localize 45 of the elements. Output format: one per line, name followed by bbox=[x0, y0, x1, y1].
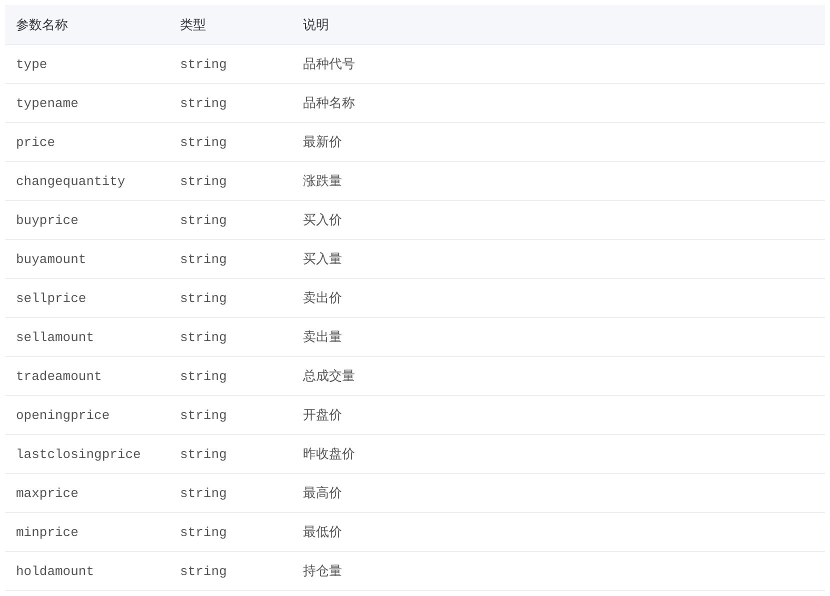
table-cell: string bbox=[169, 356, 292, 396]
table-cell: minprice bbox=[5, 512, 169, 552]
table-cell: 最低价 bbox=[292, 512, 825, 552]
table-cell: 品种代号 bbox=[292, 44, 825, 84]
table-cell: 持仓量 bbox=[292, 552, 825, 590]
table-cell: string bbox=[169, 552, 292, 590]
table-cell: string bbox=[169, 474, 292, 512]
table-cell: 卖出价 bbox=[292, 278, 825, 318]
table-cell: 买入价 bbox=[292, 200, 825, 240]
table-cell: openingprice bbox=[5, 396, 169, 434]
table-cell: 总成交量 bbox=[292, 356, 825, 396]
table-cell: buyamount bbox=[5, 240, 169, 278]
table-cell: changequantity bbox=[5, 162, 169, 200]
table-cell: 卖出量 bbox=[292, 318, 825, 356]
table-cell: string bbox=[169, 434, 292, 474]
table-cell: sellprice bbox=[5, 278, 169, 318]
table-cell: 涨跌量 bbox=[292, 162, 825, 200]
table-cell: 开盘价 bbox=[292, 396, 825, 434]
table-cell: price bbox=[5, 122, 169, 162]
table-cell: typename bbox=[5, 84, 169, 122]
table-cell: tradeamount bbox=[5, 356, 169, 396]
table-cell: sellamount bbox=[5, 318, 169, 356]
table-cell: string bbox=[169, 44, 292, 84]
column-header: 参数名称 bbox=[5, 5, 169, 44]
table-cell: string bbox=[169, 162, 292, 200]
column-header: 说明 bbox=[292, 5, 825, 44]
table-cell: string bbox=[169, 84, 292, 122]
table-cell: type bbox=[5, 44, 169, 84]
table-cell: holdamount bbox=[5, 552, 169, 590]
table-cell: string bbox=[169, 200, 292, 240]
table-cell: string bbox=[169, 396, 292, 434]
table-cell: 最新价 bbox=[292, 122, 825, 162]
table-cell: lastclosingprice bbox=[5, 434, 169, 474]
table-cell: string bbox=[169, 512, 292, 552]
table-cell: 昨收盘价 bbox=[292, 434, 825, 474]
table-cell: string bbox=[169, 240, 292, 278]
table-cell: string bbox=[169, 318, 292, 356]
column-header: 类型 bbox=[169, 5, 292, 44]
table-cell: buyprice bbox=[5, 200, 169, 240]
table-cell: 最高价 bbox=[292, 474, 825, 512]
table-cell: 买入量 bbox=[292, 240, 825, 278]
table-cell: 品种名称 bbox=[292, 84, 825, 122]
table-cell: maxprice bbox=[5, 474, 169, 512]
table-cell: string bbox=[169, 278, 292, 318]
table-cell: string bbox=[169, 122, 292, 162]
